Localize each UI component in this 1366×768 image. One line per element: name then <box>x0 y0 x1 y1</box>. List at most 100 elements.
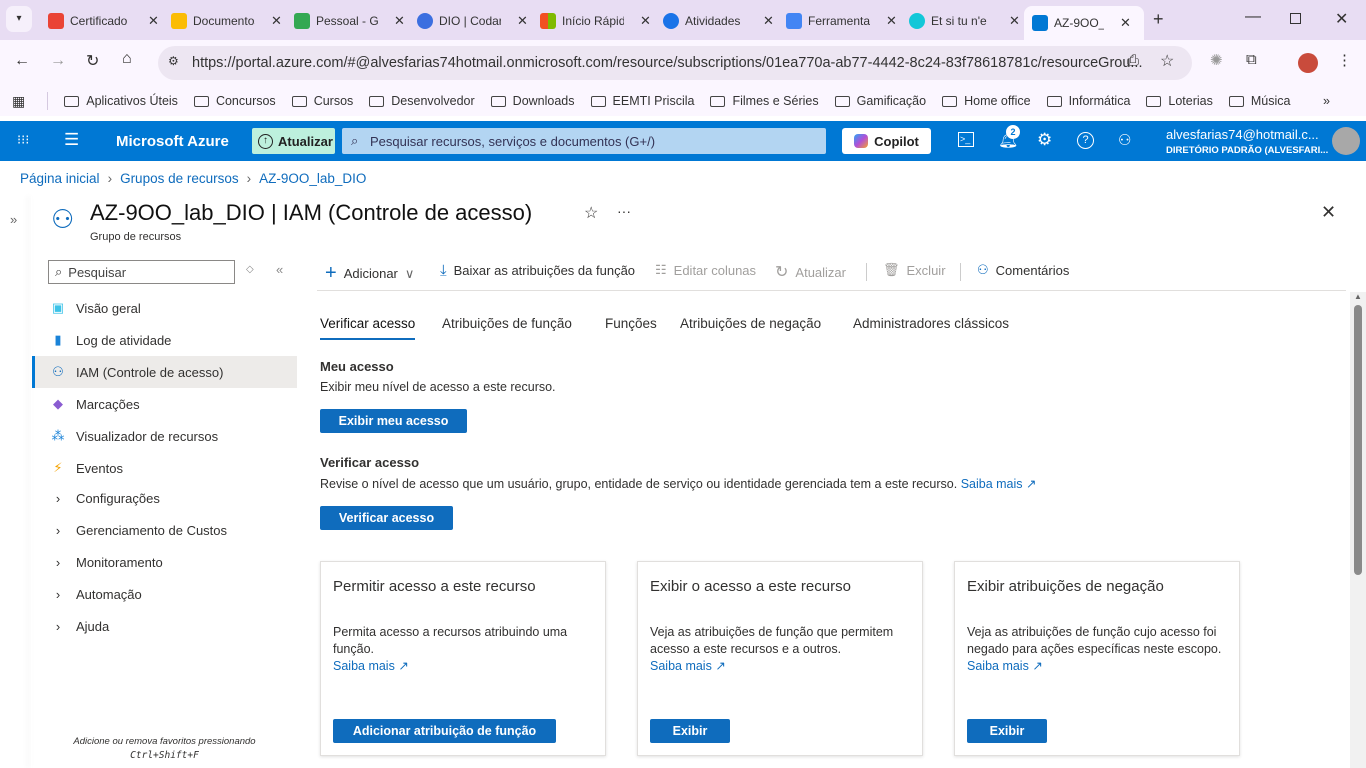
forward-button[interactable]: → <box>50 52 66 70</box>
close-tab-icon[interactable]: ✕ <box>886 13 897 29</box>
profile-avatar[interactable] <box>1298 53 1318 73</box>
more-options-icon[interactable]: ··· <box>617 203 631 219</box>
help-icon[interactable]: ? <box>1077 132 1094 149</box>
tab-deny-assignments[interactable]: Atribuições de negação <box>680 316 821 340</box>
close-tab-icon[interactable]: ✕ <box>517 13 528 29</box>
user-avatar[interactable] <box>1332 127 1360 155</box>
browser-tab[interactable]: Atividades ✕ <box>655 8 774 34</box>
install-app-icon[interactable]: ⎙ <box>1127 52 1139 69</box>
sidebar-item-iam[interactable]: ⚇ IAM (Controle de acesso) <box>32 356 297 388</box>
sidebar-group-monitoring[interactable]: › Monitoramento <box>32 546 297 578</box>
sidebar-group-help[interactable]: › Ajuda <box>32 610 297 642</box>
portal-menu-grid-icon[interactable]: ⁝⁝⁝ <box>17 132 29 148</box>
add-role-assignment-button[interactable]: Adicionar atribuição de função <box>333 719 556 743</box>
bookmark-item[interactable]: Música <box>1228 94 1290 108</box>
site-info-icon[interactable]: ⚙ <box>168 54 179 68</box>
browser-tab[interactable]: Início Rápido✕ <box>532 8 651 34</box>
scrollbar[interactable]: ▲ <box>1350 292 1366 768</box>
collapse-sidebar-icon[interactable]: « <box>276 262 283 277</box>
sidebar-item-tags[interactable]: ◆ Marcações <box>32 388 297 420</box>
tab-check-access[interactable]: Verificar acesso <box>320 316 416 340</box>
sidebar-item-events[interactable]: ⚡︎ Eventos <box>32 452 297 484</box>
browser-tab[interactable]: Documentos ✕ <box>163 8 282 34</box>
home-button[interactable]: ⌂ <box>122 50 132 68</box>
bookmark-item[interactable]: Filmes e Séries <box>710 94 819 108</box>
favorite-star-icon[interactable]: ☆ <box>584 203 598 223</box>
delete-button[interactable]: 🗑︎ Excluir <box>883 262 946 278</box>
browser-tab[interactable]: DIO | Codar ✕ <box>409 8 528 34</box>
sidebar-item-resource-visualizer[interactable]: ⁂ Visualizador de recursos <box>32 420 297 452</box>
close-tab-icon[interactable]: ✕ <box>763 13 774 29</box>
bookmark-item[interactable]: Concursos <box>193 94 276 108</box>
tab-search-button[interactable]: ▾ <box>6 6 32 32</box>
scroll-up-arrow[interactable]: ▲ <box>1350 292 1366 301</box>
browser-tab[interactable]: Certificado ✕ <box>40 8 159 34</box>
hamburger-menu-icon[interactable]: ☰ <box>64 130 79 150</box>
global-search-input[interactable]: ⌕ Pesquisar recursos, serviços e document… <box>342 128 826 154</box>
reload-button[interactable]: ↻ <box>86 51 99 71</box>
apps-grid-icon[interactable]: ▦ <box>12 93 25 110</box>
update-button[interactable]: ↑ Atualizar <box>252 128 335 154</box>
close-blade-icon[interactable]: ✕ <box>1321 202 1336 223</box>
close-tab-icon[interactable]: ✕ <box>148 13 159 29</box>
bookmark-item[interactable]: Loterias <box>1146 94 1213 108</box>
bookmark-item[interactable]: EEMTI Priscila <box>590 94 694 108</box>
learn-more-link[interactable]: Saiba mais <box>961 477 1023 491</box>
extensions-puzzle-icon[interactable]: ⧉ <box>1246 51 1257 68</box>
extension-icon[interactable]: ✺ <box>1210 51 1223 69</box>
tab-role-assignments[interactable]: Atribuições de função <box>442 316 572 340</box>
more-bookmarks-icon[interactable]: » <box>1323 94 1330 108</box>
scrollbar-thumb[interactable] <box>1354 305 1362 575</box>
view-my-access-button[interactable]: Exibir meu acesso <box>320 409 467 433</box>
bookmark-item[interactable]: Informática <box>1046 94 1130 108</box>
cloud-shell-icon[interactable]: >_ <box>958 132 974 147</box>
bookmark-item[interactable]: Desenvolvedor <box>369 94 475 108</box>
sidebar-search-input[interactable]: ⌕ Pesquisar <box>48 260 235 284</box>
breadcrumb-resource[interactable]: AZ-9OO_lab_DIO <box>259 171 366 186</box>
refresh-button[interactable]: ↻ Atualizar <box>775 262 846 282</box>
url-field[interactable]: ⚙ https://portal.azure.com/#@alvesfarias7… <box>158 46 1192 80</box>
feedback-icon[interactable]: ⚇ <box>1118 131 1131 149</box>
learn-more-link[interactable]: Saiba mais <box>967 659 1029 673</box>
sidebar-group-cost[interactable]: › Gerenciamento de Custos <box>32 514 297 546</box>
expand-sidebar-icon[interactable]: » <box>10 212 17 227</box>
learn-more-link[interactable]: Saiba mais <box>333 659 395 673</box>
new-tab-button[interactable]: + <box>1153 9 1164 30</box>
bookmark-item[interactable]: Aplicativos Úteis <box>64 94 178 108</box>
bookmark-item[interactable]: Home office <box>942 94 1031 108</box>
view-access-button[interactable]: Exibir <box>650 719 730 743</box>
copilot-button[interactable]: Copilot <box>842 128 931 154</box>
learn-more-link[interactable]: Saiba mais <box>650 659 712 673</box>
feedback-button[interactable]: ⚇ Comentários <box>977 262 1069 278</box>
tab-classic-administrators[interactable]: Administradores clássicos <box>853 316 1009 340</box>
sidebar-item-activity-log[interactable]: ▮ Log de atividade <box>32 324 297 356</box>
user-email[interactable]: alvesfarias74@hotmail.c... <box>1166 127 1319 142</box>
browser-menu-icon[interactable]: ⋮ <box>1337 51 1352 69</box>
breadcrumb-home[interactable]: Página inicial <box>20 171 100 186</box>
bookmark-item[interactable]: Gamificação <box>834 94 926 108</box>
tab-roles[interactable]: Funções <box>605 316 657 340</box>
sidebar-item-overview[interactable]: ▣ Visão geral <box>32 292 297 324</box>
add-button[interactable]: + Adicionar ∨ <box>325 262 414 285</box>
bookmark-item[interactable]: Cursos <box>291 94 353 108</box>
browser-tab[interactable]: Et si tu n'e ✕ <box>901 8 1020 34</box>
bookmark-star-icon[interactable]: ☆ <box>1160 51 1174 71</box>
sidebar-group-settings[interactable]: › Configurações <box>32 482 297 514</box>
view-deny-assignments-button[interactable]: Exibir <box>967 719 1047 743</box>
close-tab-icon[interactable]: ✕ <box>271 13 282 29</box>
browser-tab-active[interactable]: AZ-9OO_lab✕ <box>1024 6 1144 40</box>
close-window-button[interactable]: ✕ <box>1335 9 1348 29</box>
browser-tab[interactable]: Ferramentas ✕ <box>778 8 897 34</box>
settings-gear-icon[interactable]: ⚙ <box>1037 130 1052 150</box>
browser-tab[interactable]: Pessoal - G ✕ <box>286 8 405 34</box>
breadcrumb-resource-groups[interactable]: Grupos de recursos <box>120 171 239 186</box>
user-directory[interactable]: DIRETÓRIO PADRÃO (ALVESFARI... <box>1166 145 1328 156</box>
close-tab-icon[interactable]: ✕ <box>394 13 405 29</box>
sort-icon[interactable]: ◇ <box>246 264 254 275</box>
azure-brand[interactable]: Microsoft Azure <box>116 133 229 150</box>
check-access-button[interactable]: Verificar acesso <box>320 506 453 530</box>
bookmark-item[interactable]: Downloads <box>490 94 575 108</box>
close-tab-icon[interactable]: ✕ <box>1009 13 1020 29</box>
back-button[interactable]: ← <box>14 52 30 70</box>
edit-columns-button[interactable]: ☷ Editar colunas <box>655 262 756 278</box>
